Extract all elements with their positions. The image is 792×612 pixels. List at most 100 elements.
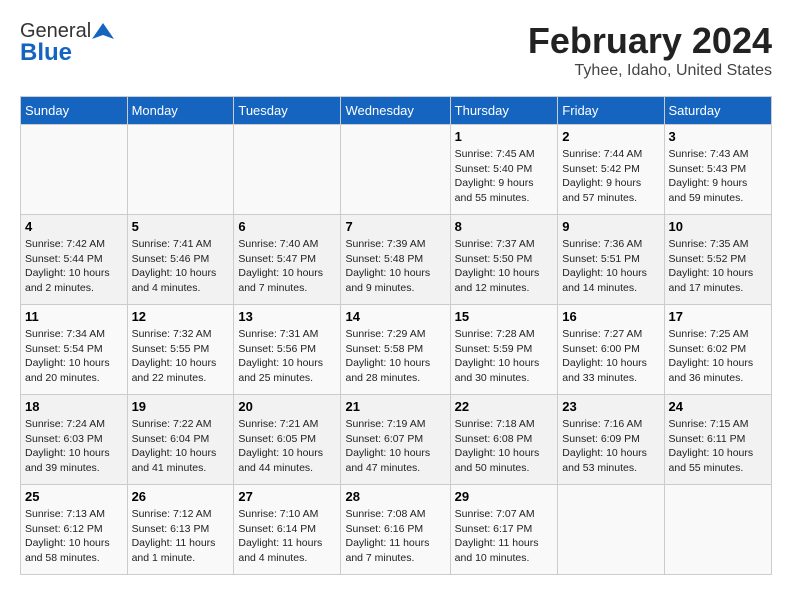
calendar-cell xyxy=(21,125,128,215)
calendar-cell xyxy=(234,125,341,215)
day-info: Sunrise: 7:37 AM Sunset: 5:50 PM Dayligh… xyxy=(455,237,554,296)
day-info: Sunrise: 7:44 AM Sunset: 5:42 PM Dayligh… xyxy=(562,147,659,206)
day-number: 21 xyxy=(345,399,445,414)
calendar-cell: 19 Sunrise: 7:22 AM Sunset: 6:04 PM Dayli… xyxy=(127,395,234,485)
day-info: Sunrise: 7:31 AM Sunset: 5:56 PM Dayligh… xyxy=(238,327,336,386)
calendar-cell: 12Sunrise: 7:32 AM Sunset: 5:55 PM Dayli… xyxy=(127,305,234,395)
weekday-header-sunday: Sunday xyxy=(21,97,128,125)
calendar-cell: 16Sunrise: 7:27 AM Sunset: 6:00 PM Dayli… xyxy=(558,305,664,395)
day-info: Sunrise: 7:36 AM Sunset: 5:51 PM Dayligh… xyxy=(562,237,659,296)
day-number: 3 xyxy=(669,129,767,144)
calendar-cell: 22 Sunrise: 7:18 AM Sunset: 6:08 PM Dayli… xyxy=(450,395,558,485)
weekday-header-wednesday: Wednesday xyxy=(341,97,450,125)
day-number: 25 xyxy=(25,489,123,504)
calendar-cell: 29Sunrise: 7:07 AM Sunset: 6:17 PM Dayli… xyxy=(450,485,558,575)
calendar-cell: 18 Sunrise: 7:24 AM Sunset: 6:03 PM Dayli… xyxy=(21,395,128,485)
day-info: Sunrise: 7:34 AM Sunset: 5:54 PM Dayligh… xyxy=(25,327,123,386)
weekday-header-friday: Friday xyxy=(558,97,664,125)
calendar-cell xyxy=(558,485,664,575)
day-number: 13 xyxy=(238,309,336,324)
day-info: Sunrise: 7:15 AM Sunset: 6:11 PM Dayligh… xyxy=(669,417,767,476)
day-info: Sunrise: 7:13 AM Sunset: 6:12 PM Dayligh… xyxy=(25,507,123,566)
day-info: Sunrise: 7:43 AM Sunset: 5:43 PM Dayligh… xyxy=(669,147,767,206)
day-number: 2 xyxy=(562,129,659,144)
day-number: 16 xyxy=(562,309,659,324)
day-info: Sunrise: 7:19 AM Sunset: 6:07 PM Dayligh… xyxy=(345,417,445,476)
weekday-header-row: SundayMondayTuesdayWednesdayThursdayFrid… xyxy=(21,97,772,125)
day-info: Sunrise: 7:35 AM Sunset: 5:52 PM Dayligh… xyxy=(669,237,767,296)
day-info: Sunrise: 7:16 AM Sunset: 6:09 PM Dayligh… xyxy=(562,417,659,476)
calendar-cell: 6 Sunrise: 7:40 AM Sunset: 5:47 PM Daylig… xyxy=(234,215,341,305)
day-info: Sunrise: 7:32 AM Sunset: 5:55 PM Dayligh… xyxy=(132,327,230,386)
day-number: 15 xyxy=(455,309,554,324)
calendar-table: SundayMondayTuesdayWednesdayThursdayFrid… xyxy=(20,96,772,575)
day-number: 26 xyxy=(132,489,230,504)
day-info: Sunrise: 7:18 AM Sunset: 6:08 PM Dayligh… xyxy=(455,417,554,476)
calendar-cell: 7 Sunrise: 7:39 AM Sunset: 5:48 PM Daylig… xyxy=(341,215,450,305)
calendar-cell: 14Sunrise: 7:29 AM Sunset: 5:58 PM Dayli… xyxy=(341,305,450,395)
day-info: Sunrise: 7:40 AM Sunset: 5:47 PM Dayligh… xyxy=(238,237,336,296)
day-info: Sunrise: 7:28 AM Sunset: 5:59 PM Dayligh… xyxy=(455,327,554,386)
calendar-cell: 3 Sunrise: 7:43 AM Sunset: 5:43 PM Daylig… xyxy=(664,125,771,215)
calendar-cell: 10 Sunrise: 7:35 AM Sunset: 5:52 PM Dayli… xyxy=(664,215,771,305)
location-text: Tyhee, Idaho, United States xyxy=(528,62,772,80)
day-info: Sunrise: 7:25 AM Sunset: 6:02 PM Dayligh… xyxy=(669,327,767,386)
calendar-cell xyxy=(341,125,450,215)
calendar-cell: 23Sunrise: 7:16 AM Sunset: 6:09 PM Dayli… xyxy=(558,395,664,485)
day-info: Sunrise: 7:45 AM Sunset: 5:40 PM Dayligh… xyxy=(455,147,554,206)
day-number: 19 xyxy=(132,399,230,414)
calendar-cell: 13 Sunrise: 7:31 AM Sunset: 5:56 PM Dayli… xyxy=(234,305,341,395)
title-block: February 2024 Tyhee, Idaho, United State… xyxy=(528,20,772,80)
day-number: 28 xyxy=(345,489,445,504)
calendar-week-row: 18 Sunrise: 7:24 AM Sunset: 6:03 PM Dayli… xyxy=(21,395,772,485)
day-number: 22 xyxy=(455,399,554,414)
calendar-cell: 9 Sunrise: 7:36 AM Sunset: 5:51 PM Daylig… xyxy=(558,215,664,305)
weekday-header-monday: Monday xyxy=(127,97,234,125)
calendar-week-row: 11 Sunrise: 7:34 AM Sunset: 5:54 PM Dayli… xyxy=(21,305,772,395)
weekday-header-saturday: Saturday xyxy=(664,97,771,125)
calendar-cell: 1 Sunrise: 7:45 AM Sunset: 5:40 PM Daylig… xyxy=(450,125,558,215)
calendar-cell: 27Sunrise: 7:10 AM Sunset: 6:14 PM Dayli… xyxy=(234,485,341,575)
day-info: Sunrise: 7:42 AM Sunset: 5:44 PM Dayligh… xyxy=(25,237,123,296)
day-info: Sunrise: 7:21 AM Sunset: 6:05 PM Dayligh… xyxy=(238,417,336,476)
calendar-cell: 21 Sunrise: 7:19 AM Sunset: 6:07 PM Dayli… xyxy=(341,395,450,485)
weekday-header-tuesday: Tuesday xyxy=(234,97,341,125)
day-info: Sunrise: 7:08 AM Sunset: 6:16 PM Dayligh… xyxy=(345,507,445,566)
day-info: Sunrise: 7:22 AM Sunset: 6:04 PM Dayligh… xyxy=(132,417,230,476)
day-number: 27 xyxy=(238,489,336,504)
calendar-cell: 5 Sunrise: 7:41 AM Sunset: 5:46 PM Daylig… xyxy=(127,215,234,305)
day-number: 10 xyxy=(669,219,767,234)
calendar-cell: 11 Sunrise: 7:34 AM Sunset: 5:54 PM Dayli… xyxy=(21,305,128,395)
day-info: Sunrise: 7:29 AM Sunset: 5:58 PM Dayligh… xyxy=(345,327,445,386)
day-number: 9 xyxy=(562,219,659,234)
calendar-cell xyxy=(664,485,771,575)
day-info: Sunrise: 7:07 AM Sunset: 6:17 PM Dayligh… xyxy=(455,507,554,566)
calendar-cell: 15 Sunrise: 7:28 AM Sunset: 5:59 PM Dayli… xyxy=(450,305,558,395)
day-info: Sunrise: 7:39 AM Sunset: 5:48 PM Dayligh… xyxy=(345,237,445,296)
day-number: 1 xyxy=(455,129,554,144)
day-number: 18 xyxy=(25,399,123,414)
day-number: 17 xyxy=(669,309,767,324)
calendar-cell: 28 Sunrise: 7:08 AM Sunset: 6:16 PM Dayli… xyxy=(341,485,450,575)
calendar-cell: 17 Sunrise: 7:25 AM Sunset: 6:02 PM Dayli… xyxy=(664,305,771,395)
calendar-week-row: 4 Sunrise: 7:42 AM Sunset: 5:44 PM Daylig… xyxy=(21,215,772,305)
calendar-cell: 4 Sunrise: 7:42 AM Sunset: 5:44 PM Daylig… xyxy=(21,215,128,305)
calendar-cell: 8Sunrise: 7:37 AM Sunset: 5:50 PM Daylig… xyxy=(450,215,558,305)
day-number: 6 xyxy=(238,219,336,234)
day-info: Sunrise: 7:12 AM Sunset: 6:13 PM Dayligh… xyxy=(132,507,230,566)
day-number: 24 xyxy=(669,399,767,414)
calendar-cell xyxy=(127,125,234,215)
calendar-week-row: 25 Sunrise: 7:13 AM Sunset: 6:12 PM Dayli… xyxy=(21,485,772,575)
day-info: Sunrise: 7:41 AM Sunset: 5:46 PM Dayligh… xyxy=(132,237,230,296)
day-number: 4 xyxy=(25,219,123,234)
logo-bird-icon xyxy=(92,21,114,43)
calendar-cell: 20Sunrise: 7:21 AM Sunset: 6:05 PM Dayli… xyxy=(234,395,341,485)
day-number: 11 xyxy=(25,309,123,324)
logo-blue-text: Blue xyxy=(20,39,72,67)
day-info: Sunrise: 7:24 AM Sunset: 6:03 PM Dayligh… xyxy=(25,417,123,476)
calendar-week-row: 1 Sunrise: 7:45 AM Sunset: 5:40 PM Daylig… xyxy=(21,125,772,215)
weekday-header-thursday: Thursday xyxy=(450,97,558,125)
day-number: 5 xyxy=(132,219,230,234)
calendar-cell: 25 Sunrise: 7:13 AM Sunset: 6:12 PM Dayli… xyxy=(21,485,128,575)
day-number: 7 xyxy=(345,219,445,234)
